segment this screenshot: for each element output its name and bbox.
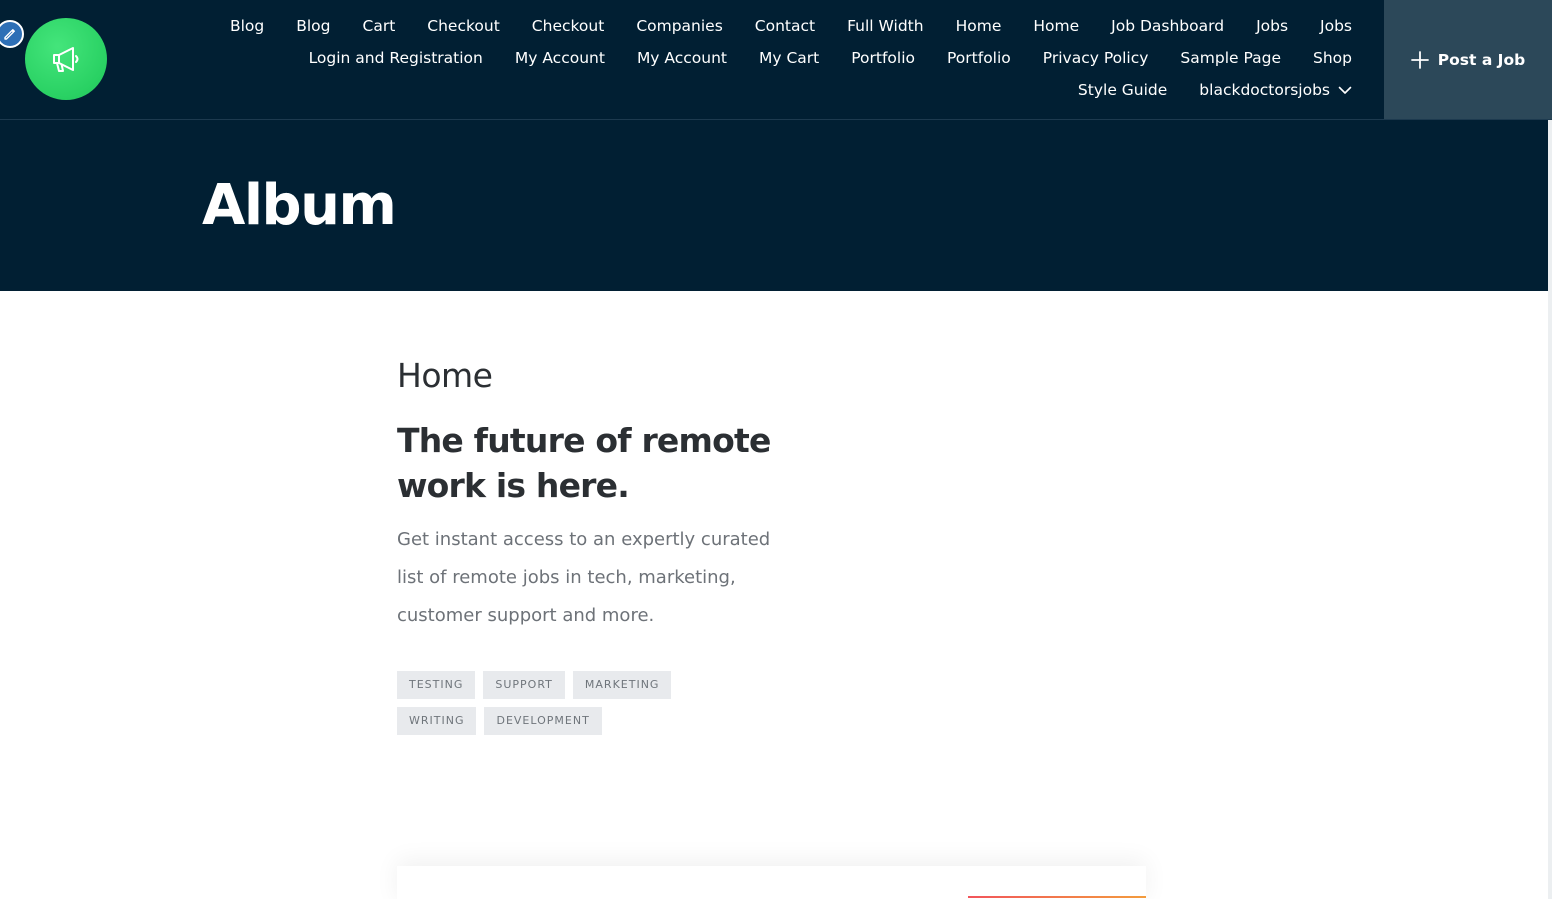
post-a-job-label: Post a Job (1437, 50, 1526, 69)
chevron-down-icon (1338, 86, 1352, 94)
nav-item-blog[interactable]: Blog (214, 10, 280, 42)
edit-pencil-icon[interactable] (0, 20, 24, 48)
nav-item-checkout[interactable]: Checkout (411, 10, 516, 42)
nav-item-privacy-policy[interactable]: Privacy Policy (1027, 42, 1165, 74)
tag-testing[interactable]: TESTING (397, 671, 476, 699)
tag-marketing[interactable]: MARKETING (572, 671, 672, 699)
nav-item-contact[interactable]: Contact (739, 10, 831, 42)
nav-item-home[interactable]: Home (1017, 10, 1095, 42)
nav-item-portfolio[interactable]: Portfolio (835, 42, 931, 74)
megaphone-icon (53, 47, 79, 72)
post-a-job-button[interactable]: Post a Job (1384, 0, 1552, 119)
nav-item-style-guide[interactable]: Style Guide (1062, 74, 1183, 106)
nav-dropdown-blackdoctorsjobs[interactable]: blackdoctorsjobs (1183, 74, 1368, 106)
tag-writing[interactable]: WRITING (397, 707, 477, 735)
nav-item-checkout[interactable]: Checkout (516, 10, 621, 42)
page-title: Album (202, 173, 397, 238)
nav-dropdown-label: blackdoctorsjobs (1199, 81, 1330, 99)
primary-nav: Blog Blog Cart Checkout Checkout Compani… (200, 10, 1368, 106)
nav-item-shop[interactable]: Shop (1297, 42, 1368, 74)
tag-development[interactable]: DEVELOPMENT (484, 707, 602, 735)
nav-item-jobs[interactable]: Jobs (1304, 10, 1368, 42)
plus-icon (1410, 50, 1429, 69)
nav-item-full-width[interactable]: Full Width (831, 10, 939, 42)
nav-item-my-cart[interactable]: My Cart (743, 42, 835, 74)
site-logo[interactable] (25, 18, 107, 100)
page-scrollbar[interactable] (1548, 120, 1552, 899)
nav-item-sample-page[interactable]: Sample Page (1164, 42, 1297, 74)
search-card (397, 866, 1146, 899)
nav-item-home[interactable]: Home (940, 10, 1018, 42)
nav-item-login-registration[interactable]: Login and Registration (293, 42, 499, 74)
tag-support[interactable]: SUPPORT (483, 671, 565, 699)
nav-item-cart[interactable]: Cart (347, 10, 412, 42)
nav-item-blog[interactable]: Blog (280, 10, 346, 42)
nav-item-portfolio[interactable]: Portfolio (931, 42, 1027, 74)
hero-description: Get instant access to an expertly curate… (397, 529, 771, 626)
nav-item-job-dashboard[interactable]: Job Dashboard (1095, 10, 1240, 42)
nav-item-my-account[interactable]: My Account (621, 42, 743, 74)
nav-item-companies[interactable]: Companies (620, 10, 738, 42)
tag-list: TESTING SUPPORT MARKETING WRITING DEVELO… (397, 671, 757, 735)
site-header: Blog Blog Cart Checkout Checkout Compani… (0, 0, 1552, 120)
nav-item-my-account[interactable]: My Account (499, 42, 621, 74)
card-accent-bar (968, 896, 1146, 898)
nav-item-jobs[interactable]: Jobs (1240, 10, 1304, 42)
section-heading: Home (397, 356, 493, 395)
hero-headline: The future of remote work is here. (397, 421, 771, 505)
